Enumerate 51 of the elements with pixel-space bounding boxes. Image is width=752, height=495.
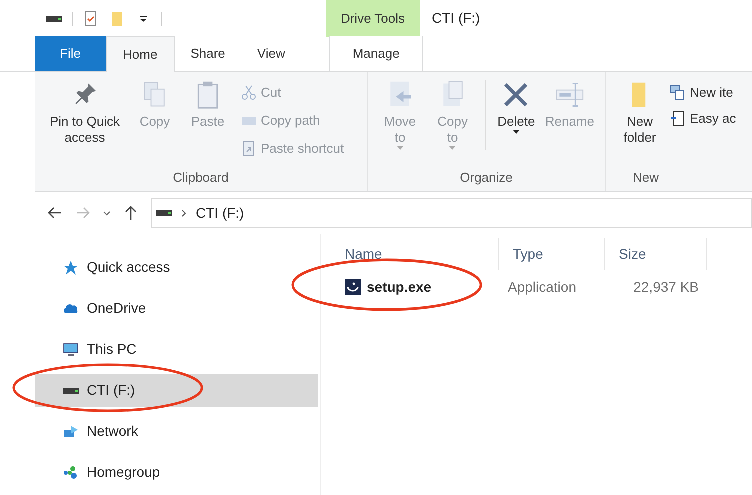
folder-icon	[109, 10, 125, 26]
sidebar-item[interactable]: Homegroup	[35, 456, 318, 489]
pin-button[interactable]: Pin to Quick access	[43, 80, 127, 168]
column-header[interactable]: Size	[605, 238, 707, 270]
delete-button[interactable]: Delete	[494, 80, 539, 168]
caret-icon	[396, 146, 404, 150]
new-folder-button[interactable]: New folder	[618, 80, 662, 168]
window-title: CTI (F:)	[432, 9, 480, 28]
column-header[interactable]: Type	[499, 238, 605, 270]
network-icon	[63, 424, 79, 440]
sidebar-item[interactable]: This PC	[35, 333, 318, 366]
drive-icon	[46, 14, 62, 22]
sidebar-item[interactable]: Quick access	[35, 251, 318, 284]
group-label: Organize	[459, 168, 514, 187]
document-icon	[670, 111, 686, 127]
caret-icon	[512, 130, 520, 134]
caret-icon	[449, 146, 456, 150]
drive-icon	[63, 386, 79, 394]
drive-icon	[156, 209, 172, 217]
group-label: Clipboard	[172, 168, 230, 187]
easy-access-button[interactable]: Easy ac	[670, 111, 736, 127]
star-icon	[63, 260, 79, 276]
rename-icon	[554, 80, 585, 110]
forward-icon	[75, 205, 91, 221]
file-name-cell[interactable]: setup.exe	[331, 276, 499, 298]
app-icon	[345, 279, 361, 295]
file-tab[interactable]: File	[35, 36, 106, 71]
breadcrumb-chevron-icon	[182, 210, 186, 216]
column-header[interactable]: Name	[331, 238, 499, 270]
file-type: Application	[507, 278, 578, 297]
back-icon	[47, 205, 63, 221]
address-bar[interactable]: CTI (F:)	[151, 198, 752, 228]
shortcut-icon	[241, 141, 257, 157]
address-path[interactable]: CTI (F:)	[196, 202, 244, 224]
sidebar-item[interactable]: OneDrive	[35, 292, 318, 325]
context-tab-header: Drive Tools	[326, 0, 420, 37]
file-size: 22,937 KB	[632, 278, 700, 296]
monitor-icon	[63, 342, 79, 358]
chevron-icon	[103, 210, 111, 216]
sidebar-item[interactable]: CTI (F:)	[35, 374, 318, 407]
new-item-button[interactable]: New ite	[670, 85, 736, 101]
homegroup-icon	[63, 464, 79, 480]
sidebar-item[interactable]: Network	[35, 415, 318, 448]
group-label: New	[632, 168, 660, 186]
ribbon-tab[interactable]: Home	[106, 36, 175, 72]
up-icon	[123, 205, 139, 221]
new-item-icon	[670, 85, 686, 101]
scissors-icon	[241, 85, 257, 101]
ribbon-tab[interactable]: Manage	[329, 36, 424, 71]
checklist-icon	[83, 10, 99, 26]
file-name[interactable]: setup.exe	[367, 276, 432, 298]
